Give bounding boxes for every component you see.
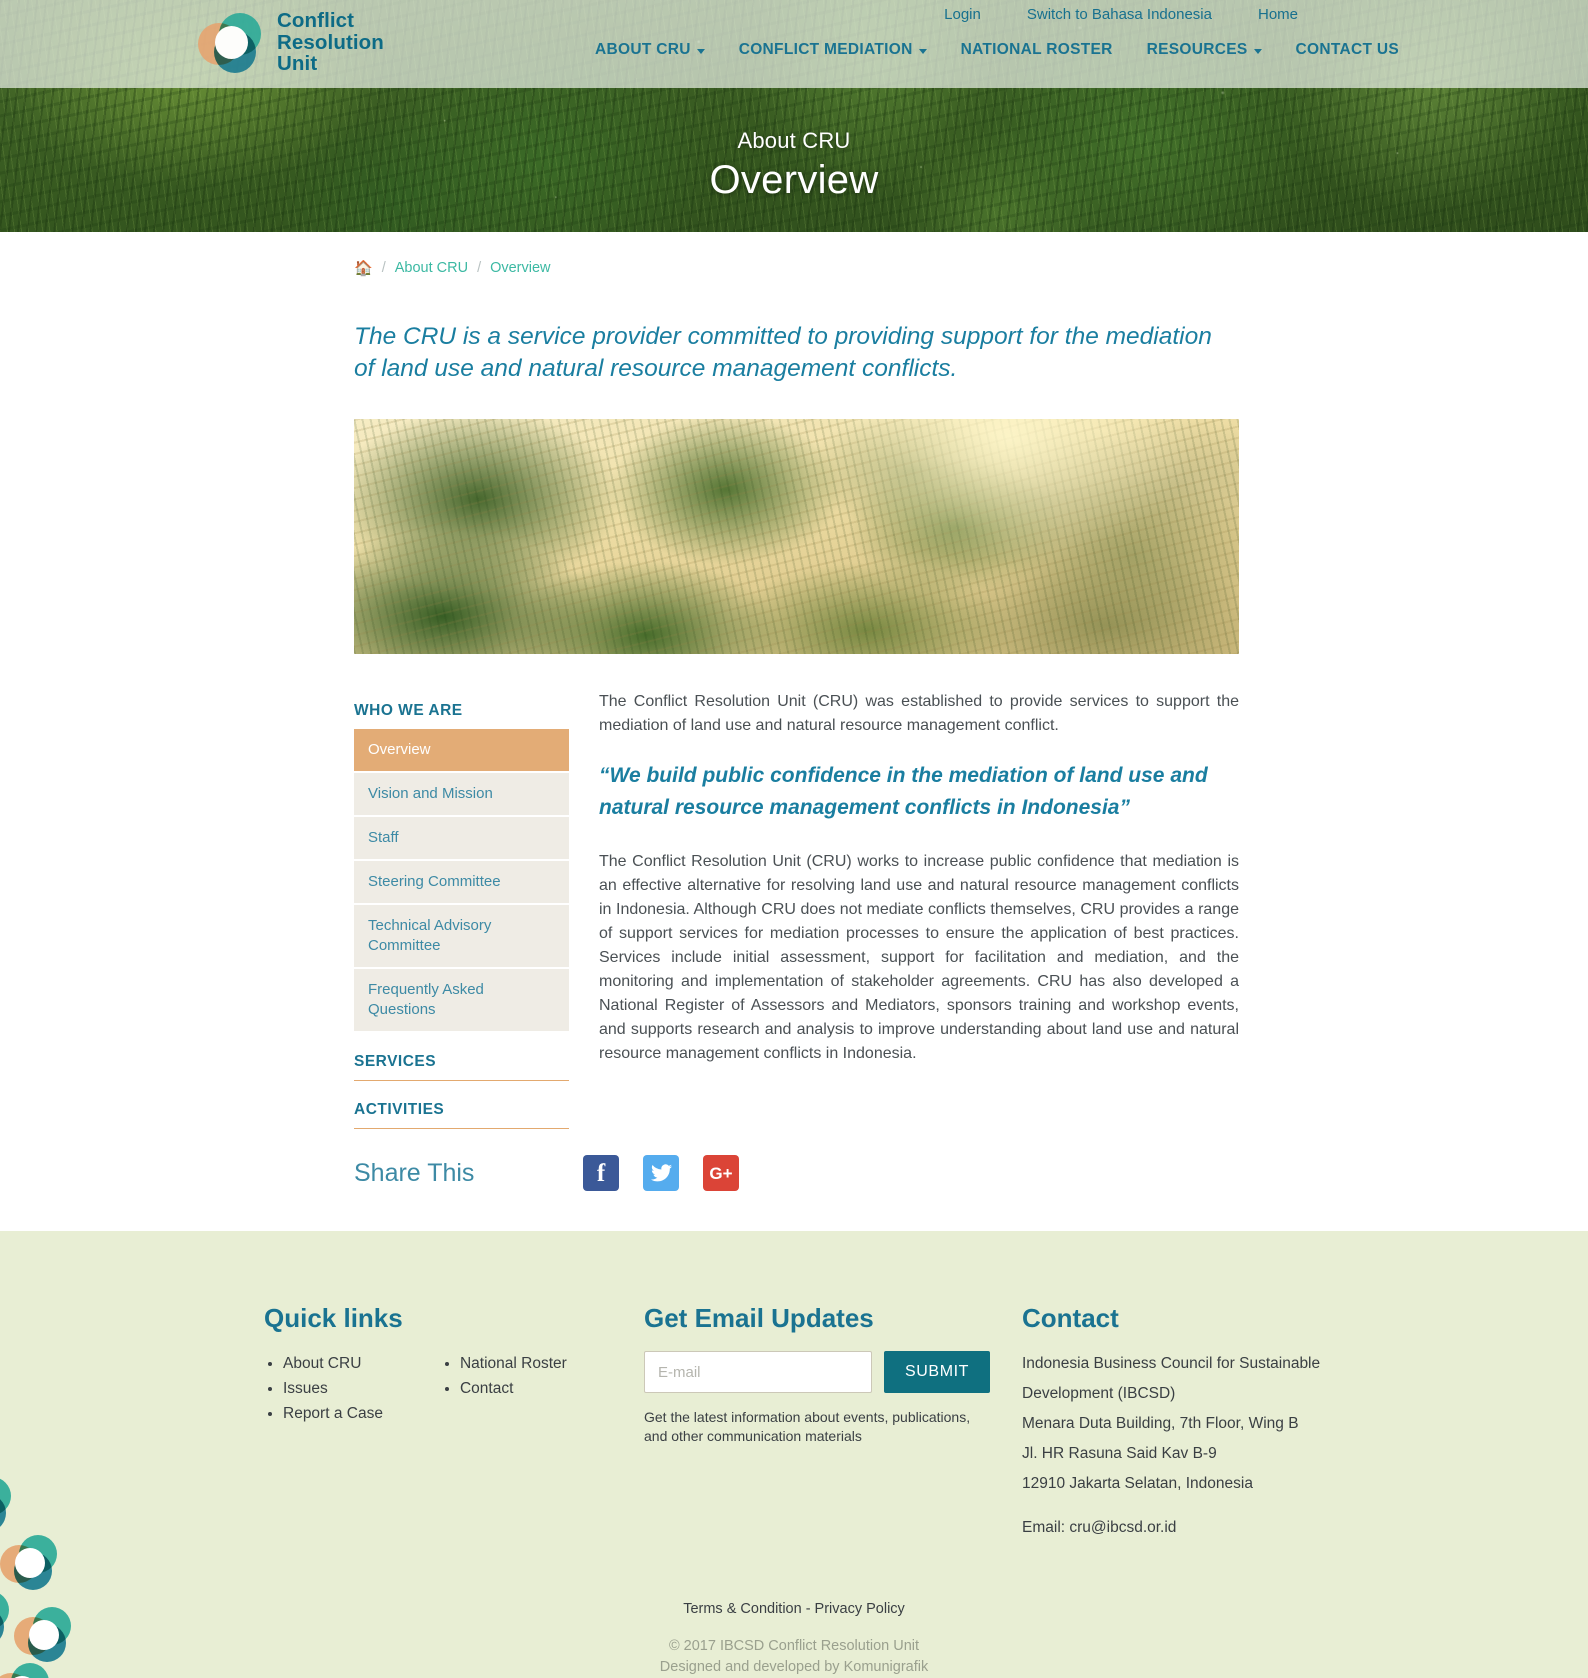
- contact-line-2: Development (IBCSD): [1022, 1385, 1176, 1402]
- quick-link-contact[interactable]: Contact: [460, 1380, 513, 1397]
- home-icon[interactable]: 🏠: [354, 261, 373, 276]
- utility-link-language-switch[interactable]: Switch to Bahasa Indonesia: [1027, 6, 1212, 23]
- nav-item-about-cru[interactable]: ABOUT CRU: [578, 41, 722, 59]
- breadcrumb-separator: /: [477, 260, 482, 276]
- share-label: Share This: [354, 1158, 475, 1187]
- sidebar-item-technical-advisory-committee[interactable]: Technical Advisory Committee: [354, 905, 569, 969]
- site-header-hero: Conflict Resolution Unit Login Switch to…: [0, 0, 1588, 232]
- article-paragraph-2: The Conflict Resolution Unit (CRU) works…: [599, 853, 1239, 1062]
- nav-label-contact-us: CONTACT US: [1295, 41, 1399, 58]
- footer-contact: Contact Indonesia Business Council for S…: [1022, 1303, 1322, 1545]
- email-signup-note: Get the latest information about events,…: [644, 1409, 971, 1444]
- nav-label-national-roster: NATIONAL ROSTER: [960, 41, 1113, 58]
- breadcrumb-item-overview[interactable]: Overview: [490, 260, 550, 276]
- quick-link-national-roster[interactable]: National Roster: [460, 1355, 567, 1372]
- sidebar-heading-who-we-are: WHO WE ARE: [354, 702, 463, 719]
- sidebar-heading-services[interactable]: SERVICES: [354, 1047, 569, 1081]
- hero-title-block: About CRU Overview: [0, 128, 1588, 203]
- nav-label-resources: RESOURCES: [1146, 41, 1248, 58]
- copyright-line-1: © 2017 IBCSD Conflict Resolution Unit: [668, 1638, 920, 1654]
- section-sidebar: WHO WE ARE Overview Vision and Mission S…: [354, 690, 569, 1129]
- footer-heading-contact: Contact: [1022, 1303, 1119, 1333]
- contact-line-4: Jl. HR Rasuna Said Kav B-9: [1022, 1445, 1217, 1462]
- copyright-line-2: Designed and developed by Komunigrafik: [659, 1659, 929, 1675]
- contact-line-3: Menara Duta Building, 7th Floor, Wing B: [1022, 1415, 1299, 1432]
- utility-navigation: Login Switch to Bahasa Indonesia Home: [944, 6, 1298, 23]
- facebook-icon[interactable]: f: [583, 1155, 619, 1191]
- nav-item-contact-us[interactable]: CONTACT US: [1279, 41, 1416, 59]
- breadcrumb-item-about-cru[interactable]: About CRU: [395, 260, 468, 276]
- nav-item-resources[interactable]: RESOURCES: [1130, 41, 1279, 59]
- utility-link-home[interactable]: Home: [1258, 6, 1298, 23]
- article-paragraph-1: The Conflict Resolution Unit (CRU) was e…: [599, 693, 1239, 734]
- contact-email[interactable]: Email: cru@ibcsd.or.id: [1022, 1515, 1322, 1541]
- logo-line-1: Conflict: [277, 9, 355, 32]
- hero-eyebrow: About CRU: [737, 128, 851, 153]
- quick-link-report-a-case[interactable]: Report a Case: [283, 1405, 383, 1422]
- site-logo[interactable]: Conflict Resolution Unit: [198, 10, 384, 75]
- nav-label-conflict-mediation: CONFLICT MEDIATION: [738, 41, 913, 58]
- quick-link-issues[interactable]: Issues: [283, 1380, 328, 1397]
- share-section: Share This f G+: [354, 1155, 1239, 1191]
- email-input[interactable]: [644, 1351, 872, 1393]
- footer-bottom-bar: Terms & Condition - Privacy Policy © 201…: [0, 1545, 1588, 1678]
- nav-item-conflict-mediation[interactable]: CONFLICT MEDIATION: [722, 41, 944, 59]
- breadcrumb-separator: /: [381, 260, 386, 276]
- terms-and-privacy-link[interactable]: Terms & Condition - Privacy Policy: [683, 1601, 905, 1617]
- feature-image: [354, 419, 1239, 654]
- sidebar-item-steering-committee[interactable]: Steering Committee: [354, 861, 569, 905]
- logo-wordmark: Conflict Resolution Unit: [277, 10, 384, 75]
- cru-logo-circles-icon: [198, 11, 266, 74]
- utility-link-login[interactable]: Login: [944, 6, 981, 23]
- article-pull-quote: “We build public confidence in the media…: [599, 764, 1208, 819]
- sidebar-heading-activities[interactable]: ACTIVITIES: [354, 1095, 569, 1129]
- sidebar-item-staff[interactable]: Staff: [354, 817, 569, 861]
- quick-link-about-cru[interactable]: About CRU: [283, 1355, 361, 1372]
- chevron-down-icon: [696, 49, 705, 54]
- footer-email-signup: Get Email Updates SUBMIT Get the latest …: [644, 1303, 1022, 1545]
- site-footer: Quick links About CRU Issues Report a Ca…: [0, 1231, 1588, 1678]
- page-title: Overview: [709, 158, 879, 202]
- logo-line-2: Resolution: [277, 30, 384, 54]
- article-body: The Conflict Resolution Unit (CRU) was e…: [599, 690, 1239, 1129]
- breadcrumb: 🏠 / About CRU / Overview: [354, 232, 1239, 276]
- google-plus-icon[interactable]: G+: [703, 1155, 739, 1191]
- page-content: 🏠 / About CRU / Overview The CRU is a se…: [0, 232, 1588, 1231]
- logo-line-3: Unit: [277, 52, 318, 75]
- contact-line-5: 12910 Jakarta Selatan, Indonesia: [1022, 1475, 1253, 1492]
- quick-links-column-1: About CRU Issues Report a Case: [264, 1351, 383, 1426]
- sidebar-menu: Overview Vision and Mission Staff Steeri…: [354, 729, 569, 1033]
- sidebar-item-frequently-asked-questions[interactable]: Frequently Asked Questions: [354, 969, 569, 1033]
- contact-line-1: Indonesia Business Council for Sustainab…: [1022, 1355, 1321, 1372]
- chevron-down-icon: [918, 49, 927, 54]
- quick-links-column-2: National Roster Contact: [441, 1351, 567, 1426]
- footer-heading-email-updates: Get Email Updates: [644, 1303, 874, 1333]
- main-navigation: ABOUT CRU CONFLICT MEDIATION NATIONAL RO…: [578, 41, 1416, 59]
- sidebar-item-vision-and-mission[interactable]: Vision and Mission: [354, 773, 569, 817]
- chevron-down-icon: [1253, 49, 1262, 54]
- sidebar-item-overview[interactable]: Overview: [354, 729, 569, 773]
- lead-statement: The CRU is a service provider committed …: [354, 323, 1212, 382]
- twitter-icon[interactable]: [643, 1155, 679, 1191]
- nav-item-national-roster[interactable]: NATIONAL ROSTER: [944, 41, 1130, 59]
- submit-button[interactable]: SUBMIT: [884, 1351, 991, 1393]
- footer-heading-quick-links: Quick links: [264, 1303, 403, 1333]
- nav-label-about-cru: ABOUT CRU: [595, 41, 691, 58]
- footer-quick-links: Quick links About CRU Issues Report a Ca…: [264, 1303, 644, 1545]
